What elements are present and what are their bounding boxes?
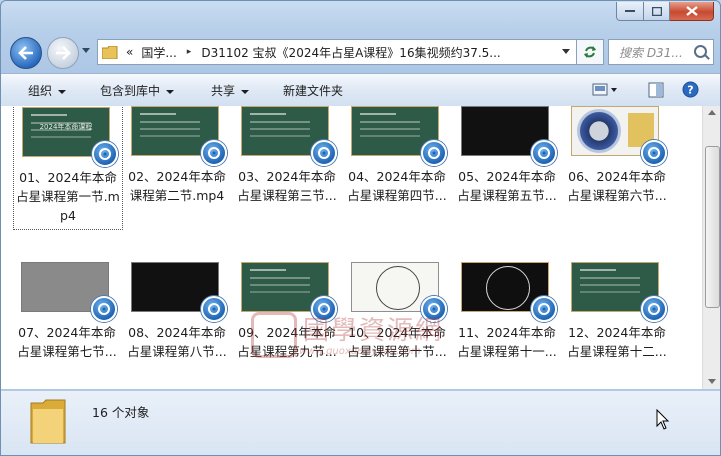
file-item-01[interactable]: 2024年本命课程 01、2024年本命占星课程第一节.mp4: [13, 106, 123, 230]
address-dropdown-arrow[interactable]: [562, 49, 570, 54]
object-count: 16 个对象: [92, 405, 150, 420]
video-badge-icon: [531, 140, 557, 166]
organize-menu[interactable]: 组织: [28, 82, 67, 99]
chevron-down-icon: [241, 89, 250, 94]
help-icon: ?: [682, 81, 699, 98]
close-icon: [685, 6, 698, 16]
breadcrumb-separator[interactable]: ▸: [187, 47, 192, 57]
file-name: 01、2024年本命占星课程第一节.mp4: [16, 170, 120, 223]
file-item-11[interactable]: 11、2024年本命占星课程第十一...: [453, 250, 561, 384]
video-badge-icon: [92, 141, 118, 167]
include-in-library-menu[interactable]: 包含到库中: [100, 82, 175, 99]
new-folder-label: 新建文件夹: [283, 84, 344, 98]
address-bar[interactable]: « 国学... ▸ D31102 宝叔《2024年占星A课程》16集视频约37.…: [97, 39, 577, 65]
chevron-down-icon: [166, 89, 175, 94]
video-badge-icon: [201, 140, 227, 166]
video-badge-icon: [641, 296, 667, 322]
video-badge-icon: [421, 296, 447, 322]
minimize-icon: [625, 10, 635, 12]
change-view-button[interactable]: [592, 82, 618, 101]
file-name: 08、2024年本命占星课程第八节...: [127, 325, 227, 359]
file-name: 11、2024年本命占星课程第十一...: [457, 325, 557, 359]
forward-button[interactable]: [47, 37, 79, 69]
file-name: 02、2024年本命课程第二节.mp4: [128, 169, 226, 203]
back-button[interactable]: [10, 37, 42, 69]
file-item-12[interactable]: 12、2024年本命占星课程第十二...: [563, 250, 671, 384]
include-library-label: 包含到库中: [100, 84, 161, 98]
svg-text:?: ?: [687, 84, 693, 97]
file-name: 03、2024年本命占星课程第三节...: [237, 169, 337, 203]
search-box[interactable]: 搜索 D31...: [608, 39, 714, 65]
thumbnail-title: 2024年本命课程: [39, 123, 93, 131]
scrollbar-thumb[interactable]: [705, 146, 720, 308]
details-pane: 16 个对象: [1, 390, 720, 455]
video-badge-icon: [311, 296, 337, 322]
file-name: 04、2024年本命占星课程第四节...: [347, 169, 447, 203]
vertical-scrollbar[interactable]: [702, 106, 720, 389]
scroll-up-icon[interactable]: [708, 110, 716, 115]
maximize-button[interactable]: [644, 2, 670, 21]
folder-icon: [30, 399, 66, 444]
video-badge-icon: [91, 296, 117, 322]
file-name: 12、2024年本命占星课程第十二...: [567, 325, 667, 359]
scroll-down-icon[interactable]: [708, 379, 716, 384]
file-list[interactable]: 2024年本命课程 01、2024年本命占星课程第一节.mp4 02、2024年…: [1, 106, 702, 389]
view-icon: [592, 83, 617, 96]
share-menu[interactable]: 共享: [211, 82, 250, 99]
address-chevrons[interactable]: «: [126, 45, 133, 59]
command-bar: 组织 包含到库中 共享 新建文件夹 ?: [1, 73, 720, 107]
file-item-09[interactable]: 09、2024年本命占星课程第九节...: [233, 250, 341, 384]
file-item-04[interactable]: 04、2024年本命占星课程第四节...: [343, 106, 451, 228]
file-item-05[interactable]: 05、2024年本命占星课程第五节...: [453, 106, 561, 228]
folder-icon: [102, 45, 118, 59]
recent-pages-dropdown[interactable]: [82, 48, 90, 53]
forward-arrow-icon: [56, 46, 71, 60]
search-icon[interactable]: [694, 45, 707, 58]
maximize-icon: [651, 6, 662, 16]
share-label: 共享: [211, 84, 236, 98]
file-name: 09、2024年本命占星课程第九节...: [237, 325, 337, 359]
file-item-06[interactable]: 06、2024年本命占星课程第六节...: [563, 106, 671, 228]
file-name: 07、2024年本命占星课程第七节...: [17, 325, 117, 359]
organize-label: 组织: [28, 84, 53, 98]
chevron-down-icon: [58, 89, 67, 94]
help-button[interactable]: ?: [682, 81, 699, 101]
navigation-bar: « 国学... ▸ D31102 宝叔《2024年占星A课程》16集视频约37.…: [1, 37, 720, 69]
caption-buttons: [616, 2, 714, 21]
video-badge-icon: [201, 296, 227, 322]
breadcrumb-item[interactable]: 国学...: [141, 44, 176, 61]
video-badge-icon: [641, 140, 667, 166]
refresh-button[interactable]: [577, 39, 604, 65]
video-badge-icon: [421, 140, 447, 166]
video-badge-icon: [311, 140, 337, 166]
file-item-08[interactable]: 08、2024年本命占星课程第八节...: [123, 250, 231, 384]
minimize-button[interactable]: [616, 2, 644, 21]
breadcrumb-current[interactable]: D31102 宝叔《2024年占星A课程》16集视频约37.5...: [201, 44, 500, 61]
preview-pane-button[interactable]: [648, 82, 664, 101]
new-folder-button[interactable]: 新建文件夹: [283, 82, 343, 99]
back-arrow-icon: [18, 46, 33, 60]
file-name: 10、2024年本命占星课程第十节...: [347, 325, 447, 359]
close-button[interactable]: [670, 2, 714, 21]
file-item-03[interactable]: 03、2024年本命占星课程第三节...: [233, 106, 341, 228]
explorer-window: « 国学... ▸ D31102 宝叔《2024年占星A课程》16集视频约37.…: [0, 0, 721, 456]
search-input[interactable]: 搜索 D31...: [619, 44, 689, 61]
refresh-icon: [584, 46, 596, 58]
file-item-02[interactable]: 02、2024年本命课程第二节.mp4: [123, 106, 231, 228]
mouse-cursor-icon: [656, 409, 670, 430]
file-item-07[interactable]: 07、2024年本命占星课程第七节...: [13, 250, 121, 384]
file-name: 06、2024年本命占星课程第六节...: [567, 169, 667, 203]
file-item-10[interactable]: 10、2024年本命占星课程第十节...: [343, 250, 451, 384]
preview-pane-icon: [648, 82, 664, 98]
file-name: 05、2024年本命占星课程第五节...: [457, 169, 557, 203]
video-badge-icon: [531, 296, 557, 322]
